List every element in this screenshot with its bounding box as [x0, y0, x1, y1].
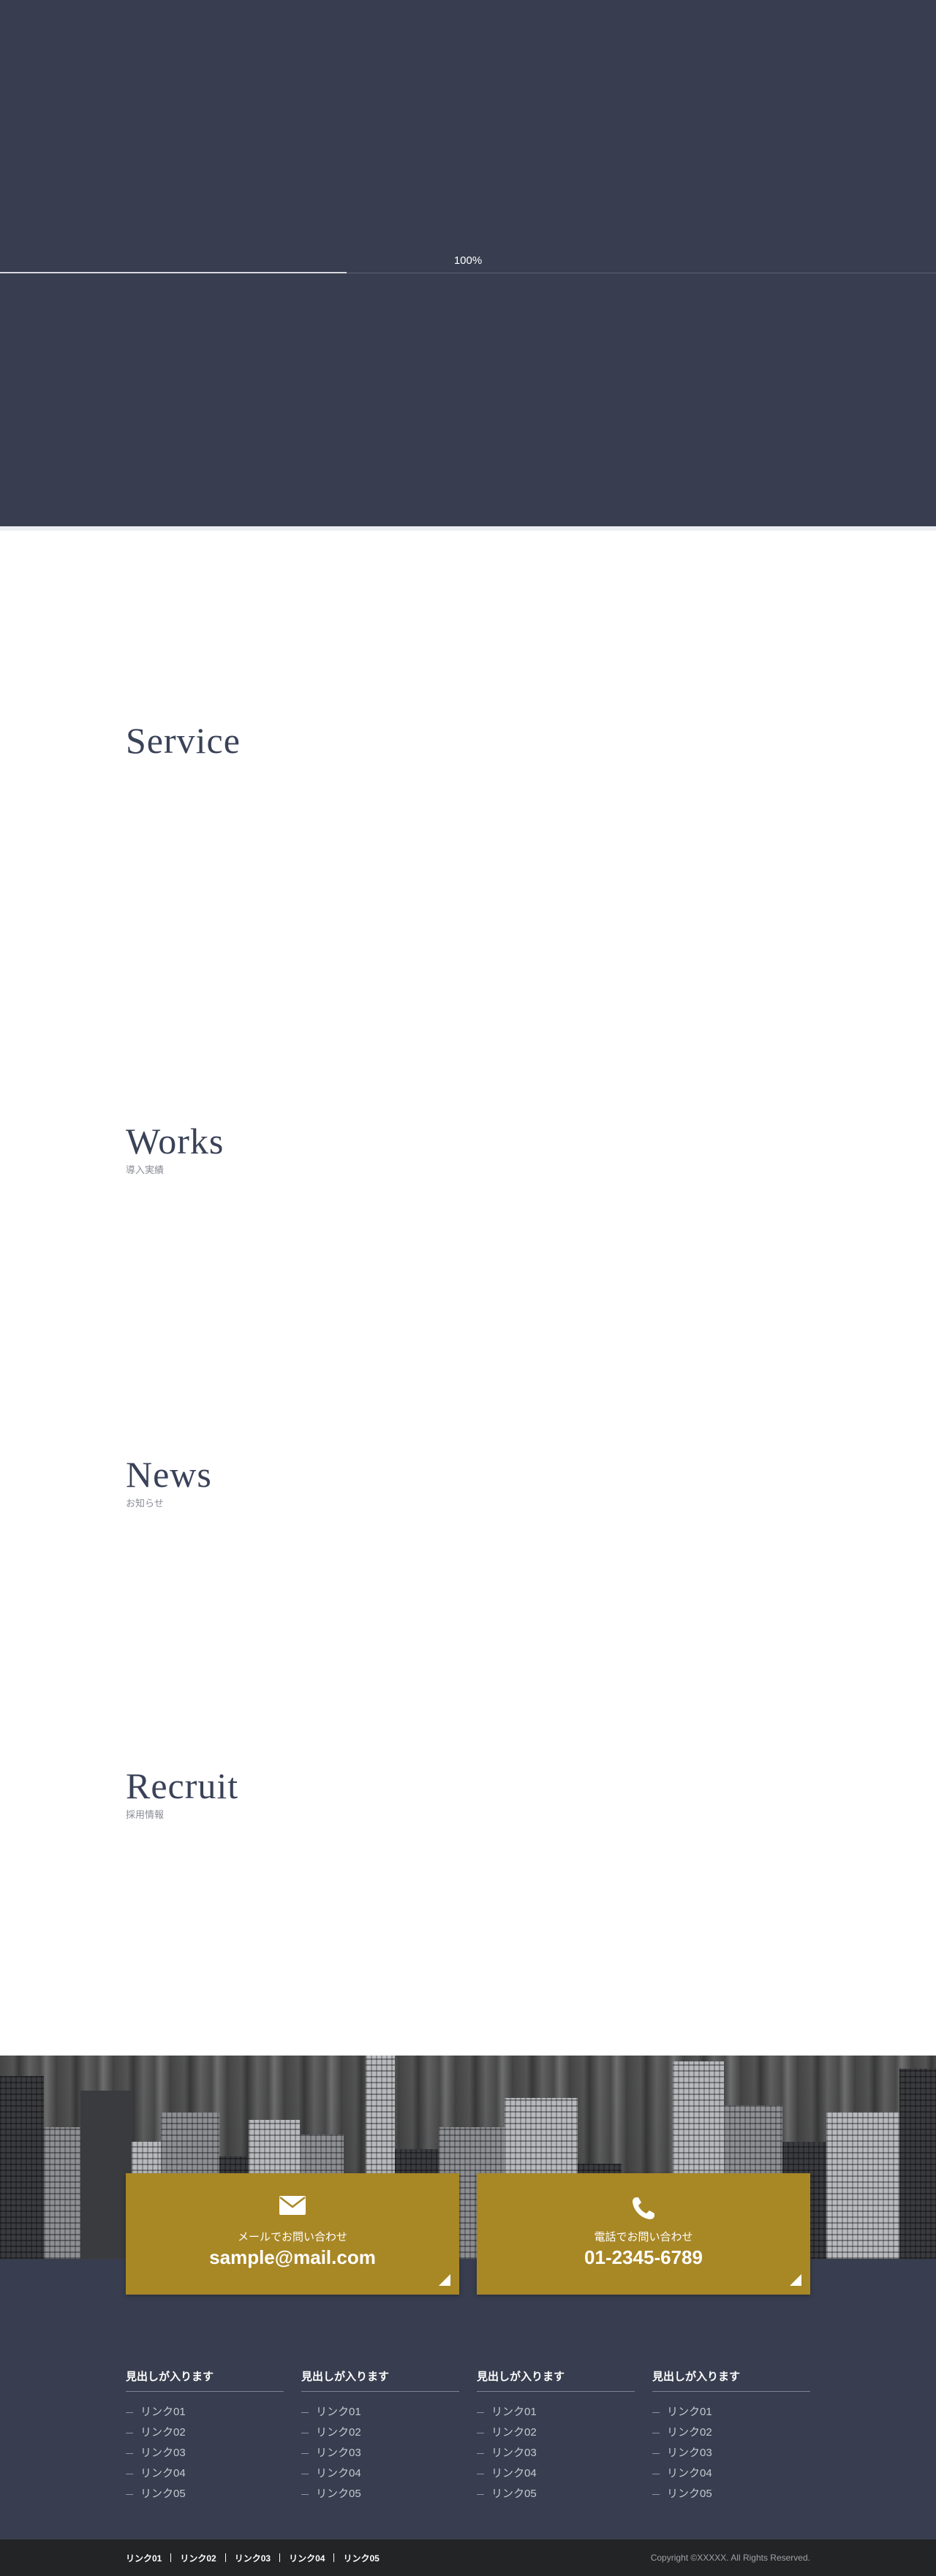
footer-bottom-bar: リンク01 リンク02 リンク03 リンク04 リンク05 Copyright … [0, 2539, 936, 2576]
footer-column-heading: 見出しが入ります [477, 2368, 635, 2392]
footer-link[interactable]: リンク01 [126, 2402, 284, 2422]
footer-link[interactable]: リンク02 [477, 2422, 635, 2443]
footer-column-heading: 見出しが入ります [301, 2368, 459, 2392]
mail-address: sample@mail.com [209, 2246, 376, 2268]
dash-icon [652, 2412, 660, 2413]
phone-contact-button[interactable]: 電話でお問い合わせ 01-2345-6789 [477, 2173, 810, 2295]
loading-screen: 100% [0, 0, 936, 526]
separator [333, 2553, 335, 2562]
section-subtitle-works: 導入実績 [126, 1164, 165, 1175]
footer-column-heading: 見出しが入ります [126, 2368, 284, 2392]
footer-link[interactable]: リンク04 [652, 2463, 810, 2484]
section-title-recruit: Recruit [126, 1765, 239, 1806]
footer-link[interactable]: リンク03 [477, 2443, 635, 2463]
footer-link[interactable]: リンク05 [652, 2484, 810, 2504]
progress-bar-fill [0, 272, 347, 273]
separator [170, 2553, 172, 2562]
dash-icon [126, 2493, 133, 2495]
footer-link[interactable]: リンク02 [126, 2422, 284, 2443]
bottom-link[interactable]: リンク02 [180, 2552, 216, 2564]
dash-icon [126, 2452, 133, 2454]
dash-icon [126, 2412, 133, 2413]
footer-link[interactable]: リンク04 [126, 2463, 284, 2484]
footer-link[interactable]: リンク04 [301, 2463, 459, 2484]
copyright: Copyright ©XXXXX. All Rights Reserved. [650, 2553, 810, 2563]
dash-icon [477, 2412, 484, 2413]
dash-icon [301, 2493, 309, 2495]
footer-column-2: 見出しが入ります リンク01 リンク02 リンク03 リンク04 リンク05 [301, 2368, 459, 2504]
phone-number: 01-2345-6789 [584, 2246, 703, 2268]
mail-contact-label: メールでお問い合わせ [237, 2231, 347, 2243]
dash-icon [652, 2452, 660, 2454]
section-title-works: Works [126, 1121, 224, 1162]
separator [224, 2553, 226, 2562]
section-subtitle-recruit: 採用情報 [126, 1809, 165, 1820]
phone-icon [477, 2195, 810, 2221]
footer-link[interactable]: リンク01 [301, 2402, 459, 2422]
footer-link[interactable]: リンク05 [301, 2484, 459, 2504]
separator [279, 2553, 281, 2562]
envelope-icon [126, 2195, 459, 2221]
corner-arrow-icon [790, 2274, 801, 2286]
footer-link[interactable]: リンク01 [652, 2402, 810, 2422]
footer-link[interactable]: リンク03 [652, 2443, 810, 2463]
section-title-service: Service [126, 720, 241, 761]
dash-icon [477, 2452, 484, 2454]
hero-divider [0, 526, 936, 531]
footer-link[interactable]: リンク05 [126, 2484, 284, 2504]
dash-icon [477, 2493, 484, 2495]
section-subtitle-news: お知らせ [126, 1498, 164, 1509]
corner-arrow-icon [439, 2274, 450, 2286]
dash-icon [652, 2493, 660, 2495]
footer-column-4: 見出しが入ります リンク01 リンク02 リンク03 リンク04 リンク05 [652, 2368, 810, 2504]
footer-link[interactable]: リンク02 [301, 2422, 459, 2443]
footer-link[interactable]: リンク03 [126, 2443, 284, 2463]
mail-contact-button[interactable]: メールでお問い合わせ sample@mail.com [126, 2173, 459, 2295]
footer-link[interactable]: リンク04 [477, 2463, 635, 2484]
footer-column-3: 見出しが入ります リンク01 リンク02 リンク03 リンク04 リンク05 [477, 2368, 635, 2504]
phone-contact-label: 電話でお問い合わせ [594, 2231, 693, 2243]
dash-icon [301, 2452, 309, 2454]
footer-link[interactable]: リンク01 [477, 2402, 635, 2422]
footer-link[interactable]: リンク02 [652, 2422, 810, 2443]
footer-link[interactable]: リンク03 [301, 2443, 459, 2463]
footer-link[interactable]: リンク05 [477, 2484, 635, 2504]
footer-bottom-nav: リンク01 リンク02 リンク03 リンク04 リンク05 [126, 2539, 380, 2576]
progress-percent: 100% [453, 254, 483, 267]
bottom-link[interactable]: リンク03 [235, 2552, 271, 2564]
section-title-news: News [126, 1454, 212, 1495]
footer-column-1: 見出しが入ります リンク01 リンク02 リンク03 リンク04 リンク05 [126, 2368, 284, 2504]
bottom-link[interactable]: リンク05 [343, 2552, 379, 2564]
dash-icon [301, 2412, 309, 2413]
bottom-link[interactable]: リンク04 [289, 2552, 325, 2564]
footer-column-heading: 見出しが入ります [652, 2368, 810, 2392]
bottom-link[interactable]: リンク01 [126, 2552, 162, 2564]
